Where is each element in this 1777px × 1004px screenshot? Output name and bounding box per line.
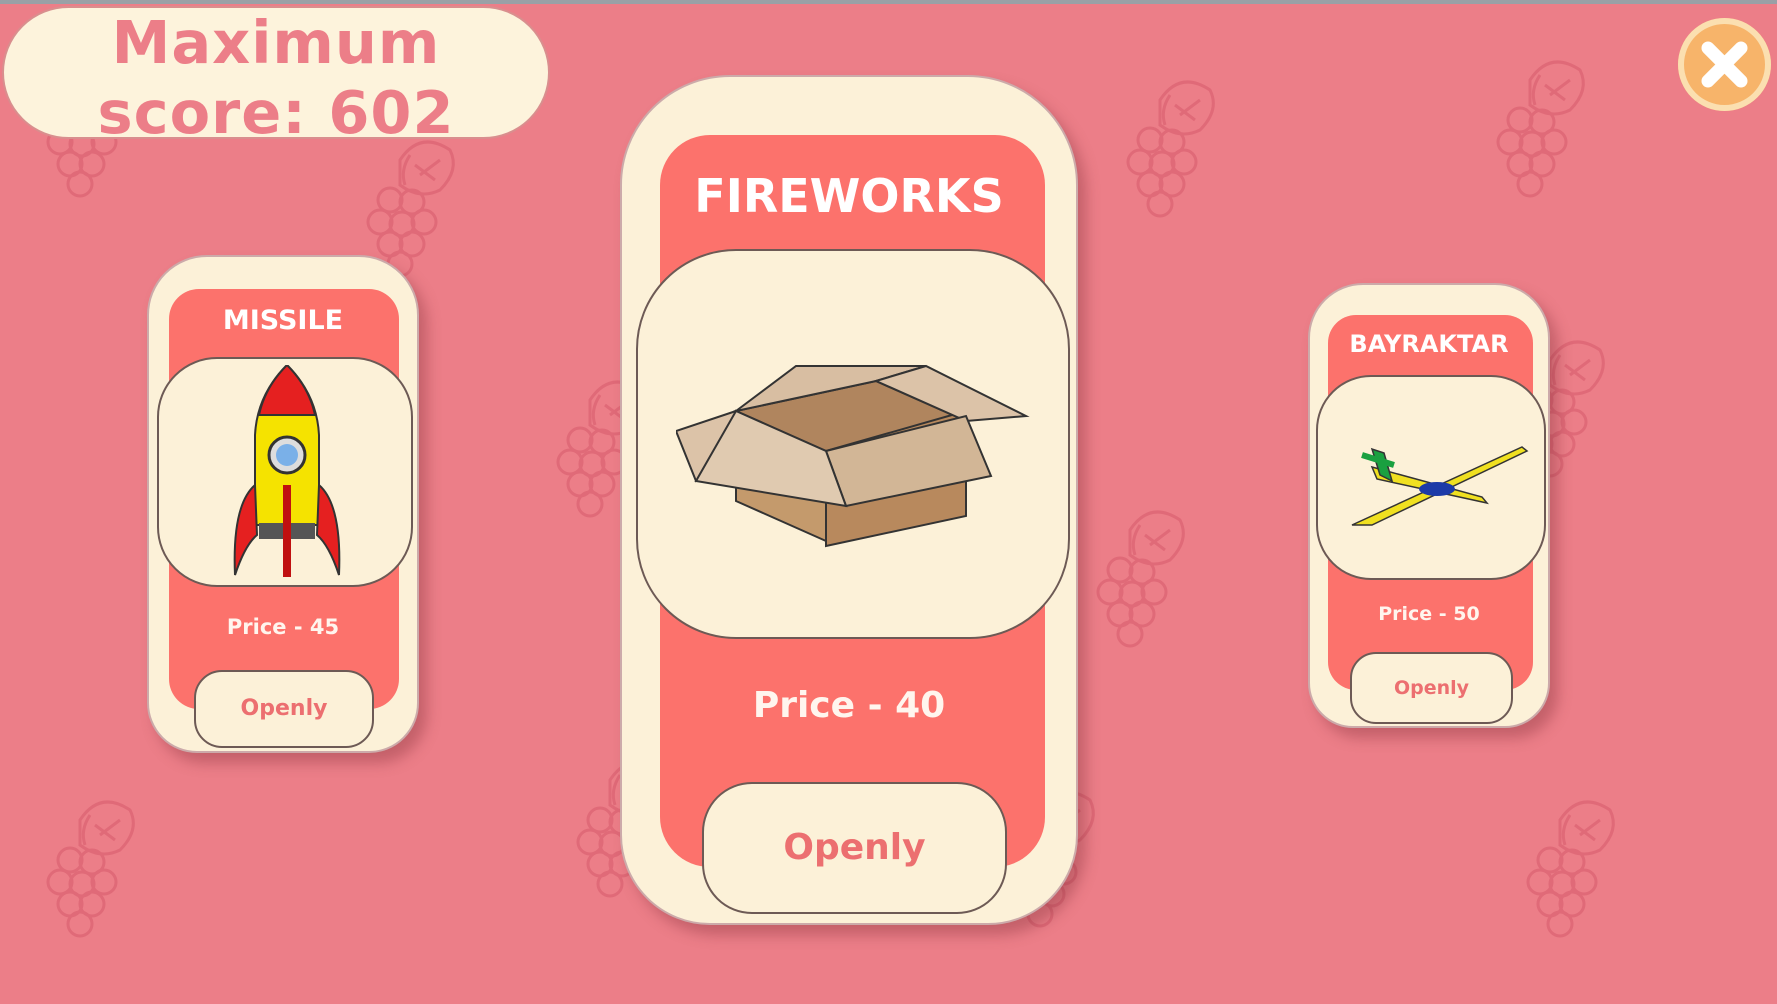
card-price-bayraktar: Price - 50 xyxy=(1378,603,1480,625)
max-score-label: Maximum xyxy=(111,8,441,77)
shop-card-bayraktar[interactable]: BAYRAKTAR Price - 50 Openly xyxy=(1308,283,1550,728)
rocket-icon xyxy=(233,365,341,577)
max-score-value: score: 602 xyxy=(97,78,455,147)
card-image-frame xyxy=(157,357,413,587)
max-score-panel: Maximum score: 602 xyxy=(2,6,550,147)
open-button-missile[interactable]: Openly xyxy=(194,670,374,748)
close-icon xyxy=(1691,31,1758,98)
open-button-bayraktar[interactable]: Openly xyxy=(1350,652,1513,724)
card-title-fireworks: FIREWORKS xyxy=(694,169,1004,223)
card-title-bayraktar: BAYRAKTAR xyxy=(1349,330,1509,358)
shop-card-missile[interactable]: MISSILE Price - 45 Openly xyxy=(147,255,419,753)
close-button[interactable] xyxy=(1678,18,1771,111)
card-title-missile: MISSILE xyxy=(222,305,344,336)
shop-card-fireworks[interactable]: FIREWORKS Price - 40 Openly xyxy=(620,75,1078,925)
card-price-fireworks: Price - 40 xyxy=(752,685,946,726)
card-price-missile: Price - 45 xyxy=(226,615,340,639)
box-icon xyxy=(676,364,1030,548)
card-image-frame xyxy=(1316,375,1546,580)
drone-icon xyxy=(1351,446,1529,526)
card-image-frame xyxy=(636,249,1070,639)
open-button-fireworks[interactable]: Openly xyxy=(702,782,1007,914)
